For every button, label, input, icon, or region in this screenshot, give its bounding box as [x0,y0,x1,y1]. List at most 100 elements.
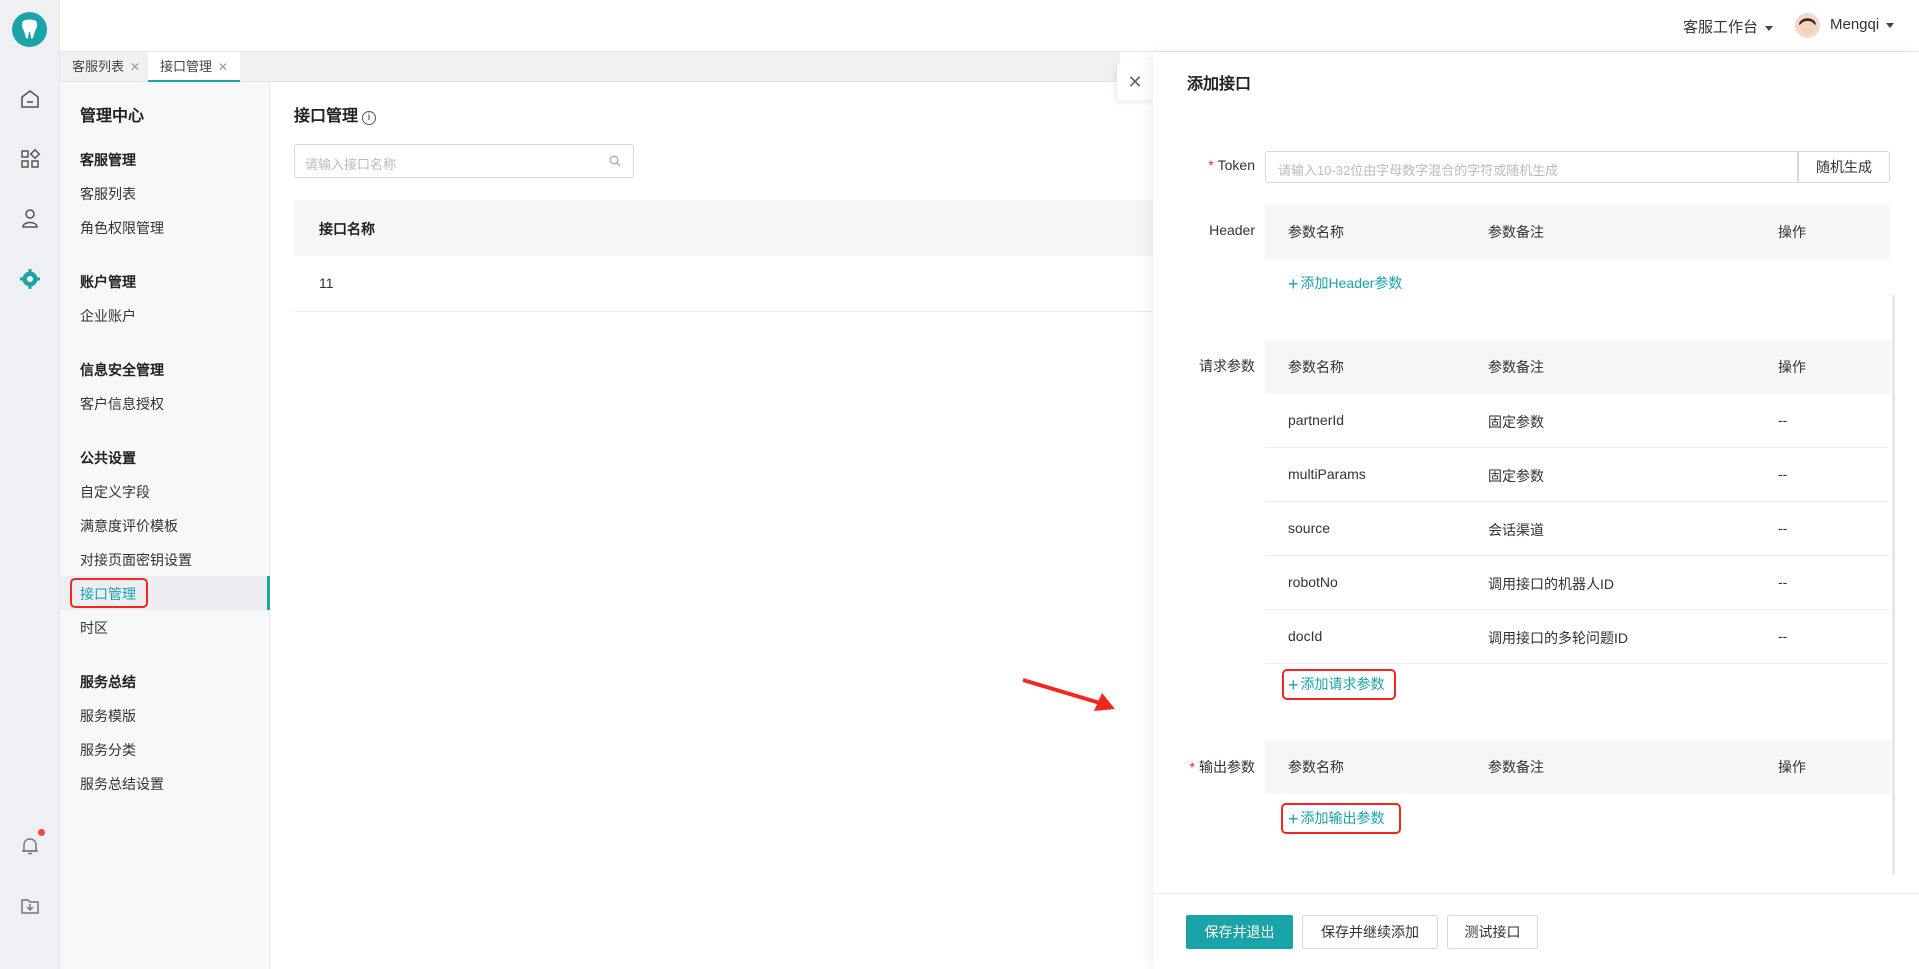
caret-down-icon [1886,22,1895,28]
header-params-table-header: 参数名称 参数备注 操作 [1265,205,1890,259]
output-params-table-header: 参数名称 参数备注 操作 [1265,740,1890,794]
highlight-box [70,578,148,608]
sidebar: 管理中心 客服管理 客服列表 角色权限管理 账户管理 企业账户 信息安全管理 客… [60,82,270,969]
sidebar-group-label: 信息安全管理 [80,362,164,378]
table-header: 接口名称 [294,200,1154,256]
sidebar-group-label: 客服管理 [80,152,136,168]
table-row[interactable]: docId 调用接口的多轮问题ID -- [1265,610,1890,664]
sidebar-item-customer-authorization[interactable]: 客户信息授权 [80,394,164,414]
col-param-name: 参数名称 [1288,224,1344,240]
table-row[interactable]: 11 [294,256,1154,312]
param-operation: -- [1778,628,1788,644]
param-note: 调用接口的多轮问题ID [1488,630,1628,646]
robot-icon[interactable] [19,207,41,229]
search-icon[interactable] [609,155,621,170]
sidebar-item-service-template[interactable]: 服务模版 [80,706,136,726]
sidebar-item-role-permissions[interactable]: 角色权限管理 [80,218,164,238]
sidebar-group-label: 账户管理 [80,274,136,290]
random-generate-button[interactable]: 随机生成 [1798,151,1890,183]
param-note: 调用接口的机器人ID [1488,576,1614,592]
close-icon: ✕ [1127,72,1143,92]
tab-interface-management[interactable]: 接口管理 ✕ [148,52,241,82]
search-input[interactable]: 请输入接口名称 [294,144,634,178]
token-input[interactable]: 请输入10-32位由字母数字混合的字符或随机生成 [1265,151,1798,183]
output-params-label: * 输出参数 [1180,757,1255,777]
save-exit-button[interactable]: 保存并退出 [1186,915,1293,949]
avatar[interactable] [1795,13,1820,38]
col-param-note: 参数备注 [1488,224,1544,240]
add-header-param-button[interactable]: + 添加Header参数 [1288,273,1402,295]
col-operation: 操作 [1778,224,1806,240]
add-header-label: 添加Header参数 [1300,275,1403,291]
workspace-dropdown[interactable]: 客服工作台 [1683,16,1774,37]
col-param-name: 参数名称 [1288,759,1344,775]
bell-icon[interactable] [19,835,41,857]
param-name: partnerId [1288,412,1345,428]
app-logo[interactable] [12,12,47,47]
col-param-note: 参数备注 [1488,759,1544,775]
user-menu[interactable]: Mengqi [1830,16,1895,33]
table-row[interactable]: multiParams 固定参数 -- [1265,448,1890,502]
save-continue-button[interactable]: 保存并继续添加 [1302,915,1438,949]
info-icon[interactable]: i [362,111,377,125]
notification-dot [38,829,45,836]
sidebar-item-enterprise-account[interactable]: 企业账户 [80,306,136,326]
tab-label: 客服列表 [72,59,125,74]
tab-service-list[interactable]: 客服列表 ✕ [60,52,152,82]
required-mark: * [1208,157,1214,173]
token-label-text: Token [1217,157,1255,173]
drawer-close-button[interactable]: ✕ [1117,64,1153,100]
table-row[interactable]: partnerId 固定参数 -- [1265,394,1890,448]
col-param-note: 参数备注 [1488,359,1544,375]
param-note: 固定参数 [1488,468,1544,484]
page-title-text: 接口管理 [294,108,359,125]
sidebar-item-service-summary-settings[interactable]: 服务总结设置 [80,774,164,794]
table-cell: 11 [319,275,334,291]
col-operation: 操作 [1778,359,1806,375]
sidebar-item-page-key-settings[interactable]: 对接页面密钥设置 [80,550,192,570]
request-params-label: 请求参数 [1199,358,1255,374]
home-icon[interactable] [19,88,41,110]
user-name: Mengqi [1830,16,1880,33]
sidebar-group-label: 服务总结 [80,674,136,690]
param-name: robotNo [1288,574,1338,590]
col-operation: 操作 [1778,759,1806,775]
sidebar-item-service-category[interactable]: 服务分类 [80,740,136,760]
sidebar-item-satisfaction-template[interactable]: 满意度评价模板 [80,516,178,536]
search-placeholder: 请输入接口名称 [305,157,397,172]
param-operation: -- [1778,574,1788,590]
param-operation: -- [1778,466,1788,482]
table-row[interactable]: robotNo 调用接口的机器人ID -- [1265,556,1890,610]
apps-icon[interactable] [19,148,41,170]
request-params-table-header: 参数名称 参数备注 操作 [1265,340,1890,394]
sidebar-item-custom-fields[interactable]: 自定义字段 [80,482,150,502]
close-icon[interactable]: ✕ [218,60,228,74]
output-label-text: 输出参数 [1199,759,1255,775]
param-name: docId [1288,628,1323,644]
param-operation: -- [1778,520,1788,536]
page-title: 接口管理 i [294,102,377,126]
column-header: 接口名称 [319,221,375,237]
highlight-box [1281,803,1401,834]
sidebar-item-timezone[interactable]: 时区 [80,618,108,638]
settings-icon[interactable] [19,268,41,290]
drawer-scrollbar[interactable] [1892,295,1895,875]
table-row[interactable]: source 会话渠道 -- [1265,502,1890,556]
sidebar-group-label: 公共设置 [80,450,136,466]
highlight-box [1282,669,1396,700]
param-name: source [1288,520,1331,536]
required-mark: * [1189,759,1195,775]
param-note: 会话渠道 [1488,522,1544,538]
drawer-title: 添加接口 [1187,76,1252,93]
header-label: Header [1209,222,1255,238]
annotation-arrow [1022,678,1115,711]
token-placeholder: 请输入10-32位由字母数字混合的字符或随机生成 [1278,163,1559,178]
download-folder-icon[interactable] [19,895,41,917]
tab-label: 接口管理 [160,59,213,74]
param-operation: -- [1778,412,1788,428]
close-icon[interactable]: ✕ [130,60,140,74]
left-rail [0,0,60,969]
sidebar-item-service-list[interactable]: 客服列表 [80,184,136,204]
tab-bar: 客服列表 ✕ 接口管理 ✕ [60,52,1120,82]
test-interface-button[interactable]: 测试接口 [1447,915,1538,949]
